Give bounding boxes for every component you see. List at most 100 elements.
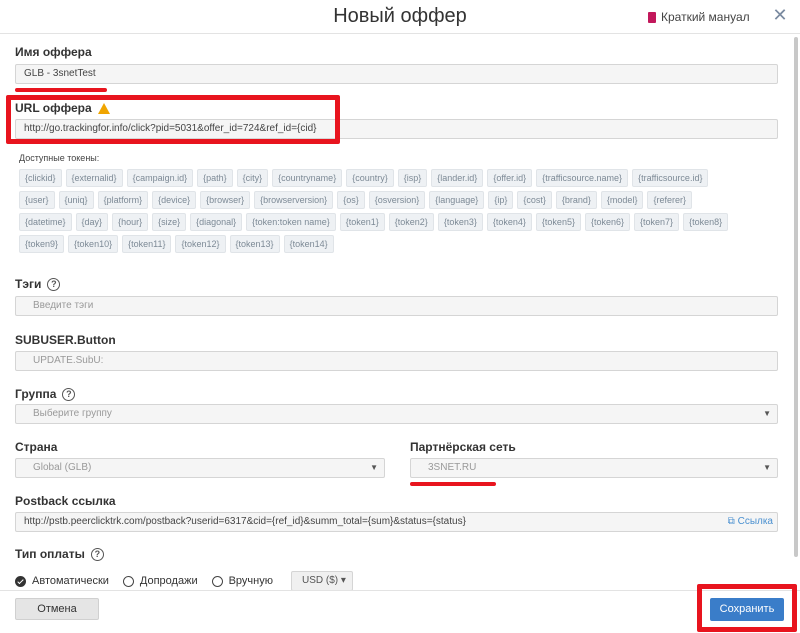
scrollbar-thumb[interactable]: [794, 37, 798, 557]
modal-header: Новый оффер Краткий мануал ✕: [0, 0, 800, 34]
token-chip[interactable]: {token11}: [122, 235, 172, 253]
currency-select[interactable]: USD ($) ▾: [290, 571, 353, 591]
token-chip[interactable]: {token5}: [535, 213, 581, 231]
token-chip[interactable]: {countryname}: [272, 169, 343, 187]
tags-label-text: Тэги: [15, 277, 42, 291]
token-chip[interactable]: {campaign.id}: [126, 169, 194, 187]
token-chip[interactable]: {user}: [19, 191, 55, 209]
token-chip[interactable]: {token2}: [388, 213, 434, 231]
chevron-down-icon: ▼: [763, 409, 771, 418]
token-chip[interactable]: {token:token name}: [246, 213, 336, 231]
token-chip[interactable]: {path}: [197, 169, 233, 187]
token-chip[interactable]: {size}: [152, 213, 187, 231]
postback-input[interactable]: http://pstb.peerclicktrk.com/postback?us…: [15, 512, 778, 532]
radio-label: Вручную: [228, 575, 273, 587]
chevron-down-icon: ▼: [763, 463, 771, 472]
currency-value: USD ($): [301, 575, 339, 586]
radio-empty-icon: [122, 575, 134, 587]
help-icon[interactable]: ?: [47, 277, 61, 291]
token-chip[interactable]: {token10}: [68, 235, 119, 253]
radio-label: Допродажи: [139, 575, 198, 587]
postback-label: Postback ссылка: [15, 494, 116, 508]
token-chip[interactable]: {uniq}: [58, 191, 94, 209]
token-chip[interactable]: {platform}: [97, 191, 149, 209]
payment-label: Тип оплаты ?: [15, 547, 104, 561]
country-select[interactable]: Global (GLB) ▼: [15, 458, 385, 478]
token-chip[interactable]: {cost}: [517, 191, 552, 209]
token-chip[interactable]: {externalid}: [65, 169, 123, 187]
token-chip[interactable]: {model}: [600, 191, 644, 209]
token-chip[interactable]: {trafficsource.id}: [632, 169, 709, 187]
token-chip[interactable]: {token9}: [19, 235, 65, 253]
radio-label: Автоматически: [32, 575, 109, 587]
annotation-box: [697, 584, 797, 632]
token-chip[interactable]: {ip}: [488, 191, 514, 209]
token-chip[interactable]: {clickid}: [19, 169, 62, 187]
scrollbar[interactable]: [792, 35, 800, 590]
token-chip[interactable]: {token13}: [229, 235, 280, 253]
annotation-box: [6, 95, 340, 144]
token-chip[interactable]: {token6}: [584, 213, 631, 231]
tags-input[interactable]: Введите тэги: [15, 296, 778, 316]
token-chip[interactable]: {token1}: [339, 213, 385, 231]
token-list: {clickid} {externalid} {campaign.id} {path}…: [19, 169, 739, 253]
payment-label-text: Тип оплаты: [15, 547, 85, 561]
token-chip[interactable]: {token14}: [283, 235, 334, 253]
token-chip[interactable]: {token7}: [634, 213, 680, 231]
token-chip[interactable]: {browserversion}: [254, 191, 334, 209]
token-chip[interactable]: {browser}: [200, 191, 251, 209]
help-icon[interactable]: ?: [62, 387, 76, 401]
radio-manual[interactable]: Вручную: [211, 575, 273, 587]
token-chip[interactable]: {hour}: [112, 213, 149, 231]
token-chip[interactable]: {osversion}: [368, 191, 426, 209]
country-select-value: Global (GLB): [33, 462, 92, 473]
network-label: Партнёрская сеть: [410, 440, 516, 454]
token-chip[interactable]: {device}: [152, 191, 197, 209]
cancel-button[interactable]: Отмена: [15, 598, 99, 620]
group-label-text: Группа: [15, 387, 57, 401]
group-select[interactable]: Выберите группу ▼: [15, 404, 778, 424]
tokens-title: Доступные токены:: [19, 153, 100, 163]
token-chip[interactable]: {language}: [429, 191, 485, 209]
radio-upsell[interactable]: Допродажи: [122, 575, 198, 587]
subuser-input[interactable]: UPDATE.SubU:: [15, 351, 778, 371]
manual-label: Краткий мануал: [661, 10, 750, 24]
radio-empty-icon: [211, 575, 223, 587]
token-chip[interactable]: {referer}: [647, 191, 692, 209]
token-chip[interactable]: {lander.id}: [431, 169, 484, 187]
footer-divider: [0, 590, 800, 591]
token-chip[interactable]: {country}: [346, 169, 394, 187]
book-icon: [648, 11, 656, 23]
annotation-underline: [410, 482, 496, 486]
token-chip[interactable]: {diagonal}: [190, 213, 243, 231]
chevron-down-icon: ▼: [370, 463, 378, 472]
postback-value: http://pstb.peerclicktrk.com/postback?us…: [24, 516, 466, 527]
offer-name-input[interactable]: GLB - 3snetTest: [15, 64, 778, 84]
token-chip[interactable]: {city}: [236, 169, 269, 187]
token-chip[interactable]: {offer.id}: [487, 169, 533, 187]
token-chip[interactable]: {isp}: [397, 169, 428, 187]
offer-name-label-text: Имя оффера: [15, 45, 92, 59]
token-chip[interactable]: {brand}: [555, 191, 597, 209]
token-chip[interactable]: {token4}: [486, 213, 532, 231]
token-chip[interactable]: {token8}: [683, 213, 729, 231]
subuser-label: SUBUSER.Button: [15, 333, 116, 347]
offer-name-label: Имя оффера: [15, 45, 92, 59]
manual-link[interactable]: Краткий мануал: [648, 10, 750, 24]
token-chip[interactable]: {os}: [337, 191, 365, 209]
token-chip[interactable]: {day}: [75, 213, 109, 231]
network-select-value: 3SNET.RU: [428, 462, 477, 473]
annotation-underline: [15, 88, 107, 92]
network-select[interactable]: 3SNET.RU ▼: [410, 458, 778, 478]
token-chip[interactable]: {datetime}: [19, 213, 72, 231]
token-chip[interactable]: {trafficsource.name}: [536, 169, 629, 187]
token-chip[interactable]: {token12}: [175, 235, 226, 253]
radio-checked-icon: [15, 575, 26, 587]
tags-label: Тэги ?: [15, 277, 61, 291]
radio-automatic[interactable]: Автоматически: [15, 575, 109, 587]
help-icon[interactable]: ?: [90, 547, 104, 561]
token-chip[interactable]: {token3}: [437, 213, 483, 231]
copy-link-button[interactable]: ⧉ Ссылка: [728, 514, 773, 530]
group-label: Группа ?: [15, 387, 76, 401]
close-icon[interactable]: ✕: [772, 5, 788, 25]
